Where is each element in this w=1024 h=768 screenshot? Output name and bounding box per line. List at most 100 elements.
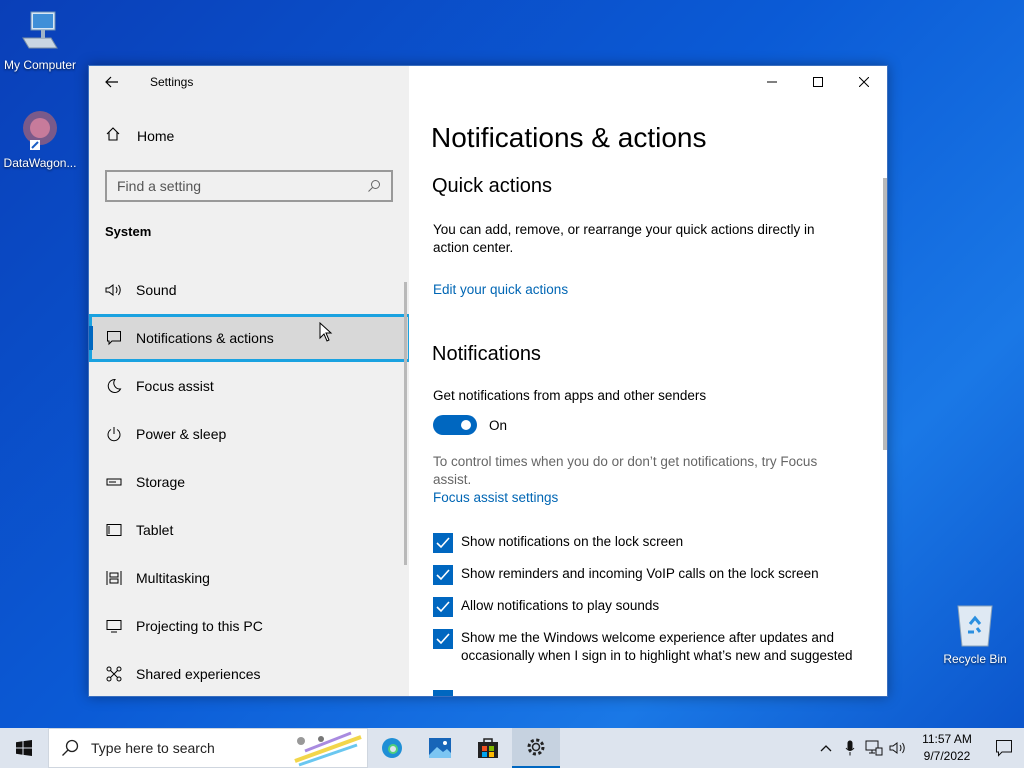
clock[interactable]: 11:57 AM 9/7/2022 — [910, 731, 984, 765]
sidebar-item-shared-experiences[interactable]: Shared experiences — [89, 650, 409, 696]
desktop-icon-recycle-bin[interactable]: Recycle Bin — [935, 602, 1015, 666]
quick-actions-description: You can add, remove, or rearrange your q… — [433, 222, 815, 255]
tablet-icon — [105, 523, 123, 537]
sidebar-item-label: Focus assist — [136, 378, 214, 394]
sidebar-item-label: Shared experiences — [136, 666, 261, 682]
search-icon — [368, 180, 380, 192]
notifications-heading: Notifications — [432, 343, 541, 365]
microphone-button[interactable] — [838, 740, 862, 756]
notifications-toggle[interactable] — [433, 415, 477, 435]
show-hidden-icons-button[interactable] — [814, 744, 838, 752]
back-button[interactable] — [89, 66, 135, 98]
volume-button[interactable] — [886, 741, 910, 755]
sidebar-item-projecting[interactable]: Projecting to this PC — [89, 602, 409, 650]
checkbox-row-partial[interactable] — [433, 690, 853, 696]
sidebar: Settings Home Find a setting System Soun… — [89, 66, 411, 696]
maximize-button[interactable] — [795, 66, 841, 98]
desktop-icon-label: My Computer — [3, 58, 77, 72]
taskbar-settings[interactable] — [512, 728, 560, 768]
sidebar-item-focus-assist[interactable]: Focus assist — [89, 362, 409, 410]
checkbox-row-welcome-experience[interactable]: Show me the Windows welcome experience a… — [433, 629, 853, 665]
close-icon — [859, 77, 869, 87]
system-tray: 11:57 AM 9/7/2022 — [814, 728, 1024, 768]
home-link[interactable]: Home — [105, 126, 174, 145]
checkmark-icon — [436, 633, 450, 645]
windows-logo-icon — [16, 740, 32, 756]
settings-search-input[interactable]: Find a setting — [105, 170, 393, 202]
sidebar-item-storage[interactable]: Storage — [89, 458, 409, 506]
checkbox-checked[interactable] — [433, 533, 453, 553]
store-icon — [478, 738, 498, 758]
checkbox-label: Show reminders and incoming VoIP calls o… — [461, 566, 819, 581]
settings-icon — [527, 738, 545, 756]
taskbar-photos[interactable] — [416, 728, 464, 768]
sidebar-item-notifications[interactable]: Notifications & actions — [89, 314, 411, 362]
focus-assist-settings-link[interactable]: Focus assist settings — [433, 490, 558, 505]
search-highlight-illustration-icon — [294, 731, 362, 767]
sidebar-item-label: Storage — [136, 474, 186, 490]
home-icon — [105, 126, 125, 145]
volume-icon — [889, 742, 905, 754]
taskbar-search-input[interactable]: Type here to search — [48, 728, 368, 768]
content-scrollbar[interactable] — [883, 178, 887, 450]
desktop-icon-label: Recycle Bin — [943, 652, 1007, 666]
checkbox-checked[interactable] — [433, 597, 453, 617]
taskbar-store[interactable] — [464, 728, 512, 768]
sidebar-item-tablet[interactable]: Tablet — [89, 506, 409, 554]
settings-window: Settings Home Find a setting System Soun… — [88, 65, 888, 697]
back-arrow-icon — [105, 76, 118, 88]
taskbar-search-placeholder: Type here to search — [91, 740, 215, 756]
sidebar-item-label: Projecting to this PC — [136, 618, 263, 634]
minimize-button[interactable] — [749, 66, 795, 98]
storage-icon — [105, 477, 123, 487]
toggle-state-label: On — [489, 417, 508, 433]
network-button[interactable] — [862, 740, 886, 756]
message-icon — [105, 330, 123, 346]
sidebar-item-sound[interactable]: Sound — [89, 266, 409, 314]
action-center-button[interactable] — [984, 728, 1024, 768]
checkbox-checked[interactable] — [433, 629, 453, 649]
quick-actions-heading: Quick actions — [432, 175, 553, 197]
mouse-cursor-icon — [319, 322, 333, 342]
checkbox-label: Show me the Windows welcome experience a… — [461, 630, 853, 663]
search-placeholder: Find a setting — [117, 178, 202, 194]
checkbox-label: Show notifications on the lock screen — [461, 534, 684, 549]
edit-quick-actions-link[interactable]: Edit your quick actions — [433, 282, 568, 297]
sidebar-item-label: Sound — [136, 282, 177, 298]
sidebar-item-label: Notifications & actions — [136, 330, 274, 346]
projector-icon — [105, 619, 123, 633]
computer-icon — [22, 11, 58, 49]
clock-time: 11:57 AM — [922, 732, 972, 746]
action-center-icon — [996, 740, 1012, 757]
sidebar-item-power-sleep[interactable]: Power & sleep — [89, 410, 409, 458]
moon-icon — [105, 378, 123, 394]
checkmark-icon — [436, 537, 450, 549]
window-controls — [749, 66, 887, 98]
chevron-up-icon — [820, 745, 832, 752]
sidebar-item-multitasking[interactable]: Multitasking — [89, 554, 409, 602]
desktop-icon-my-computer[interactable]: My Computer — [0, 8, 80, 72]
recycle-bin-icon — [957, 605, 993, 647]
minimize-icon — [767, 81, 777, 83]
sidebar-scrollbar[interactable] — [404, 282, 407, 565]
checkmark-icon — [436, 569, 450, 581]
checkbox-row-play-sounds[interactable]: Allow notifications to play sounds — [433, 597, 853, 617]
search-icon — [62, 739, 79, 756]
section-label: System — [105, 224, 152, 239]
checkbox-row-lock-screen[interactable]: Show notifications on the lock screen — [433, 533, 853, 553]
close-button[interactable] — [841, 66, 887, 98]
desktop-icon-datawagon[interactable]: DataWagon... — [0, 106, 80, 170]
sidebar-nav: Sound Notifications & actions Focus assi… — [89, 266, 411, 696]
edge-icon — [382, 738, 402, 758]
start-button[interactable] — [0, 728, 48, 768]
photos-icon — [429, 738, 451, 758]
checkbox-checked[interactable] — [433, 690, 453, 696]
checkbox-checked[interactable] — [433, 565, 453, 585]
checkbox-label: Allow notifications to play sounds — [461, 598, 660, 613]
datawagon-icon — [23, 111, 57, 150]
taskbar-edge[interactable] — [368, 728, 416, 768]
window-title: Settings — [150, 75, 194, 89]
checkbox-row-reminders-voip[interactable]: Show reminders and incoming VoIP calls o… — [433, 565, 853, 585]
taskbar: Type here to search 11:57 AM 9/7/2022 — [0, 728, 1024, 768]
sidebar-item-label: Power & sleep — [136, 426, 227, 442]
